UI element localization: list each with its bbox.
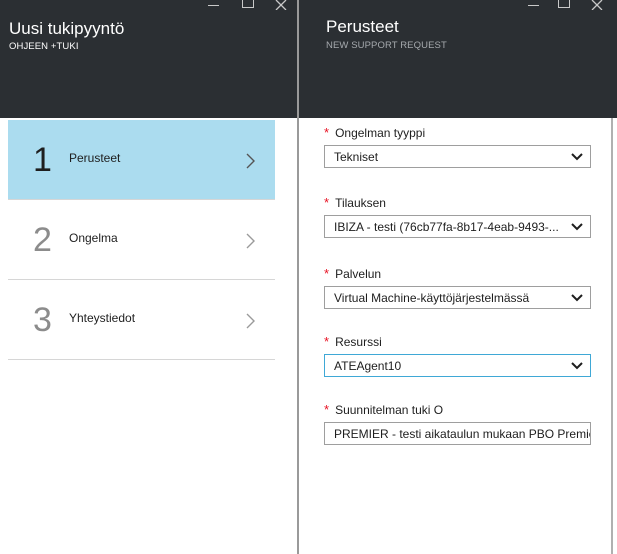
selected-value: PREMIER - testi aikataulun mukaan PBO Pr… — [334, 427, 590, 441]
minimize-icon[interactable] — [207, 0, 221, 12]
blade-subtitle: OHJEEN +TUKI — [9, 41, 79, 52]
field-label: Resurssi — [335, 335, 382, 349]
window-edge — [611, 118, 613, 554]
right-blade-header: Perusteet NEW SUPPORT REQUEST — [299, 0, 617, 118]
chevron-down-icon — [571, 223, 583, 231]
maximize-icon[interactable] — [557, 0, 571, 12]
blade-title: Perusteet — [326, 17, 399, 36]
minimize-icon[interactable] — [527, 0, 541, 12]
field-label: Tilauksen — [335, 196, 386, 210]
selected-value: ATEAgent10 — [334, 359, 402, 373]
blade-title: Uusi tukipyyntö — [9, 19, 125, 38]
step-number: 1 — [33, 141, 52, 179]
wizard-steps: 1 Perusteet 2 Ongelma 3 Yhteystiedot — [8, 120, 275, 360]
field-label: Ongelman tyyppi — [335, 126, 426, 140]
basics-blade: Perusteet NEW SUPPORT REQUEST * Ongelman … — [299, 0, 617, 554]
step-problem[interactable]: 2 Ongelma — [8, 200, 275, 280]
support-plan-dropdown[interactable]: PREMIER - testi aikataulun mukaan PBO Pr… — [324, 422, 591, 445]
maximize-icon[interactable] — [241, 0, 255, 12]
step-number: 3 — [33, 301, 52, 339]
chevron-right-icon — [246, 153, 255, 169]
service-dropdown[interactable]: Virtual Machine-käyttöjärjestelmässä — [324, 286, 591, 309]
problem-type-dropdown[interactable]: Tekniset — [324, 145, 591, 168]
step-label: Ongelma — [69, 231, 118, 245]
required-marker: * — [324, 266, 330, 281]
chevron-right-icon — [246, 233, 255, 249]
required-marker: * — [324, 402, 330, 417]
step-contact-info[interactable]: 3 Yhteystiedot — [8, 280, 275, 360]
required-marker: * — [324, 125, 330, 140]
subscription-dropdown[interactable]: IBIZA - testi (76cb77fa-8b17-4eab-9493-.… — [324, 215, 591, 238]
left-blade-header: Uusi tukipyyntö OHJEEN +TUKI — [0, 0, 298, 118]
chevron-down-icon — [571, 294, 583, 302]
required-marker: * — [324, 195, 330, 210]
chevron-down-icon — [571, 153, 583, 161]
chevron-right-icon — [246, 313, 255, 329]
blade-subtitle: NEW SUPPORT REQUEST — [326, 40, 447, 51]
selected-value: IBIZA - testi (76cb77fa-8b17-4eab-9493-.… — [334, 220, 559, 234]
step-basics[interactable]: 1 Perusteet — [8, 120, 275, 200]
new-support-request-blade: Uusi tukipyyntö OHJEEN +TUKI 1 Perusteet… — [0, 0, 298, 554]
selected-value: Tekniset — [334, 150, 379, 164]
step-number: 2 — [33, 221, 52, 259]
step-label: Perusteet — [69, 151, 121, 165]
field-label: Palvelun — [335, 267, 382, 281]
resource-dropdown[interactable]: ATEAgent10 — [324, 354, 591, 377]
close-icon[interactable] — [591, 0, 605, 12]
selected-value: Virtual Machine-käyttöjärjestelmässä — [334, 291, 530, 305]
field-label: Suunnitelman tuki O — [335, 403, 444, 417]
close-icon[interactable] — [275, 0, 289, 12]
chevron-down-icon — [571, 362, 583, 370]
required-marker: * — [324, 334, 330, 349]
step-label: Yhteystiedot — [69, 311, 136, 325]
